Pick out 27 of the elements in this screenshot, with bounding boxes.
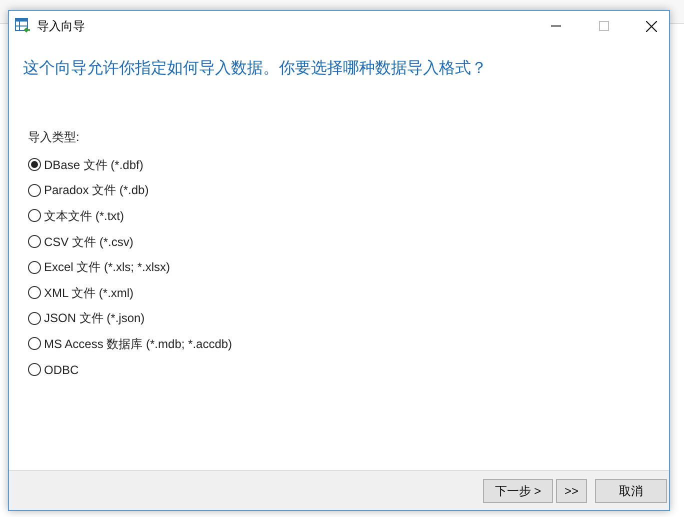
radio-button[interactable] (28, 158, 41, 172)
wizard-heading: 这个向导允许你指定如何导入数据。你要选择哪种数据导入格式？ (23, 58, 488, 79)
table-import-icon (15, 18, 31, 34)
next-button[interactable]: 下一步 > (483, 478, 553, 502)
radio-label: Excel 文件 (*.xls; *.xlsx) (44, 259, 170, 276)
radio-label: Paradox 文件 (*.db) (44, 182, 149, 200)
radio-label: CSV 文件 (*.csv) (44, 234, 134, 251)
group-label: 导入类型: (28, 129, 80, 146)
radio-button[interactable] (28, 363, 41, 376)
radio-button[interactable] (28, 312, 41, 325)
radio-label: XML 文件 (*.xml) (44, 284, 134, 302)
radio-button[interactable] (28, 209, 41, 222)
radio-label: ODBC (44, 362, 79, 379)
cancel-button[interactable]: 取消 (595, 478, 667, 502)
minimize-icon[interactable] (551, 25, 561, 27)
radio-button[interactable] (28, 286, 41, 300)
finish-button[interactable]: >> (556, 478, 587, 502)
radio-button[interactable] (28, 184, 41, 197)
radio-button[interactable] (28, 337, 41, 350)
window-title: 导入向导 (37, 18, 85, 35)
radio-label: DBase 文件 (*.dbf) (44, 156, 144, 174)
close-icon[interactable] (646, 20, 657, 32)
radio-button[interactable] (28, 260, 41, 274)
radio-label: MS Access 数据库 (*.mdb; *.accdb) (44, 336, 232, 353)
radio-label: JSON 文件 (*.json) (44, 310, 145, 328)
radio-label: 文本文件 (*.txt) (44, 208, 124, 225)
radio-button[interactable] (28, 235, 41, 248)
